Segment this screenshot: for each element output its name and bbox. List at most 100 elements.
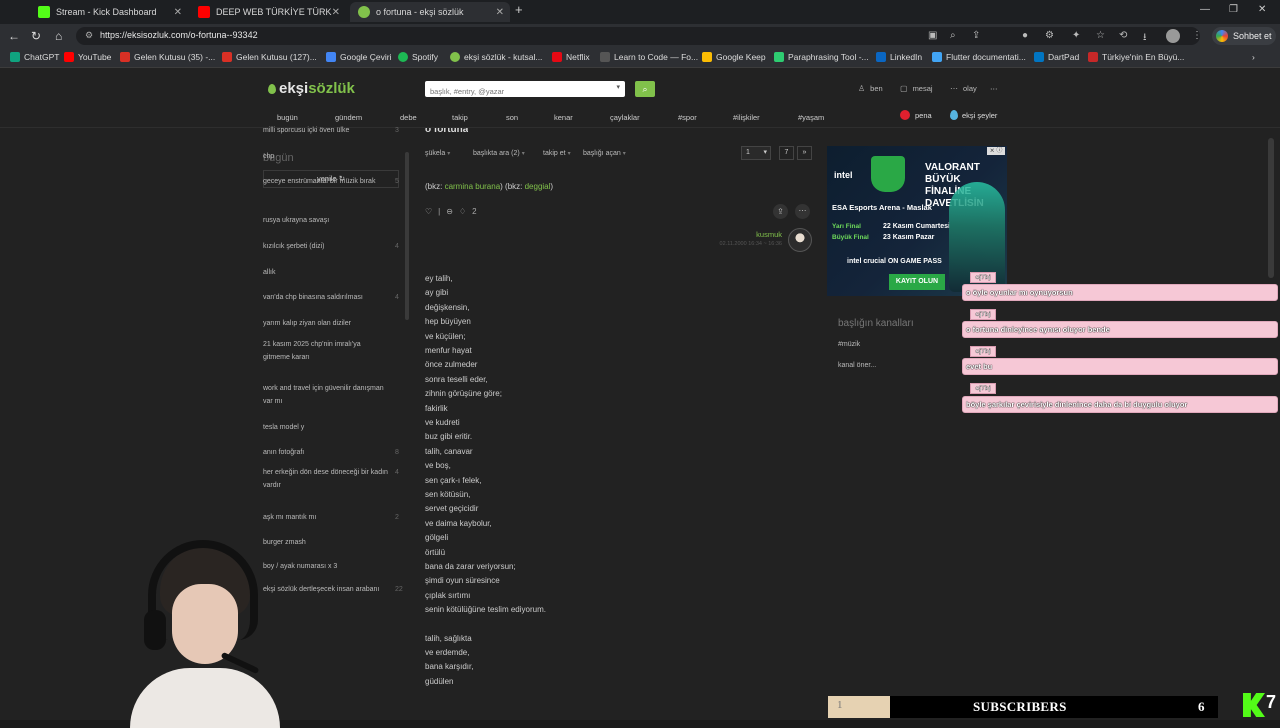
- zoom-icon[interactable]: ⌕: [950, 30, 956, 41]
- sidebar-topic[interactable]: kızılcık şerbeti (dizi) 4: [263, 240, 399, 253]
- user-link-mesaj[interactable]: ▢ mesaj: [900, 84, 933, 93]
- nav-spor[interactable]: #spor: [678, 113, 697, 122]
- nav-yasam[interactable]: #yaşam: [798, 113, 824, 122]
- bookmark-item[interactable]: Google Keep: [702, 52, 766, 62]
- topic-title[interactable]: o fortuna: [425, 128, 468, 136]
- profile-avatar[interactable]: [1166, 29, 1180, 43]
- share-page-icon[interactable]: ⇪: [972, 30, 980, 41]
- sidebar-topic[interactable]: rusya ukrayna savaşı: [263, 214, 388, 227]
- sort-sukela[interactable]: şükela ▾: [425, 150, 450, 157]
- page-select[interactable]: 1 ▾: [741, 146, 771, 160]
- nav-debe[interactable]: debe: [400, 113, 417, 122]
- search-in-topic[interactable]: başlıkta ara (2) ▾: [473, 150, 525, 157]
- more-options-icon[interactable]: ⋯: [795, 204, 810, 219]
- history-icon[interactable]: ⟲: [1119, 30, 1127, 41]
- menu-kebab-icon[interactable]: ⋮: [1192, 30, 1202, 41]
- download-icon[interactable]: ⭳: [1143, 30, 1147, 47]
- bookmark-item[interactable]: Gelen Kutusu (35) -...: [120, 52, 215, 62]
- page-last[interactable]: 7: [779, 146, 794, 160]
- channel-muzik[interactable]: #müzik: [838, 341, 860, 348]
- close-window-icon[interactable]: ✕: [1258, 4, 1266, 15]
- close-tab-icon[interactable]: ✕: [174, 7, 182, 18]
- sidebar-scrollbar[interactable]: [405, 152, 409, 320]
- bkz-link-carmina-burana[interactable]: carmina burana: [445, 182, 501, 191]
- share-icon[interactable]: ⇪: [773, 204, 788, 219]
- nav-kenar[interactable]: kenar: [554, 113, 573, 122]
- eksi-seyler-link[interactable]: ekşi şeyler: [950, 110, 997, 120]
- sidebar-topic[interactable]: geceye enstrümantal bir müzik bırak 5: [263, 175, 399, 188]
- sidebar-topic[interactable]: aşk mı mantık mı 2: [263, 511, 399, 524]
- sidebar-topic[interactable]: 21 kasım 2025 chp'nin imralı'ya gitmeme …: [263, 338, 388, 364]
- nav-iliskiler[interactable]: #ilişkiler: [733, 113, 760, 122]
- suggest-channel-link[interactable]: kanal öner...: [838, 362, 876, 369]
- ad-close-icon[interactable]: ⨯ ⓘ: [987, 147, 1005, 155]
- bookmark-item[interactable]: Paraphrasing Tool -...: [774, 52, 869, 62]
- user-link-ben[interactable]: ♙ ben: [858, 84, 883, 93]
- reload-icon[interactable]: ↻: [31, 29, 41, 43]
- chevron-down-icon[interactable]: ▾: [616, 83, 620, 91]
- back-icon[interactable]: ←: [8, 29, 20, 43]
- nav-son[interactable]: son: [506, 113, 518, 122]
- install-app-icon[interactable]: ▣: [928, 30, 937, 41]
- more-menu-icon[interactable]: ⋯: [990, 84, 998, 93]
- chevron-right-icon[interactable]: ›: [1252, 52, 1255, 62]
- sidebar-topic[interactable]: anın fotoğrafı 8: [263, 446, 399, 459]
- vpn-icon[interactable]: ⚙: [1045, 30, 1054, 41]
- puzzle-extensions-icon[interactable]: ✦: [1072, 30, 1080, 41]
- search-button[interactable]: ⌕: [635, 81, 655, 97]
- sidebar-topic[interactable]: her erkeğin dön dese döneceği bir kadın …: [263, 466, 399, 492]
- bookmark-item[interactable]: DartPad: [1034, 52, 1079, 62]
- bkz-link-degial[interactable]: deggial: [525, 182, 551, 191]
- author-name[interactable]: kusmuk: [700, 230, 782, 239]
- bookmark-item[interactable]: ChatGPT: [10, 52, 59, 62]
- favorite-count[interactable]: 2: [472, 207, 476, 216]
- sidebar-topic[interactable]: tesla model y: [263, 421, 388, 434]
- sidebar-topic[interactable]: milli sporcusu içki öven ülke 3: [263, 124, 399, 137]
- tab-eksi-sozluk[interactable]: o fortuna - ekşi sözlük ✕: [350, 2, 510, 22]
- maximize-icon[interactable]: ❐: [1229, 4, 1238, 15]
- bookmark-star-icon[interactable]: ☆: [1096, 30, 1105, 41]
- bookmark-item[interactable]: LinkedIn: [876, 52, 922, 62]
- sidebar-topic[interactable]: van'da chp binasına saldırılması 4: [263, 291, 399, 304]
- close-tab-icon[interactable]: ✕: [496, 7, 504, 18]
- author-avatar[interactable]: [788, 228, 812, 252]
- page-next[interactable]: »: [797, 146, 812, 160]
- dislike-icon[interactable]: ⊖: [446, 207, 453, 216]
- minimize-icon[interactable]: —: [1200, 4, 1210, 15]
- bookmark-item[interactable]: Türkiye'nin En Büyü...: [1088, 52, 1184, 62]
- register-button[interactable]: KAYIT OLUN: [889, 274, 945, 290]
- sidebar-topic[interactable]: chp: [263, 150, 388, 163]
- bookmark-item[interactable]: Netflix: [552, 52, 590, 62]
- entry-date[interactable]: 02.11.2000 16:34 ~ 16:36: [700, 241, 782, 247]
- follow-topic[interactable]: takip et ▾: [543, 150, 571, 157]
- heart-icon[interactable]: ♡: [425, 207, 432, 216]
- bookmark-item[interactable]: Google Çeviri: [326, 52, 392, 62]
- close-tab-icon[interactable]: ✕: [332, 7, 340, 18]
- bookmark-item[interactable]: YouTube: [64, 52, 111, 62]
- new-tab-icon[interactable]: +: [515, 2, 523, 17]
- user-link-olay[interactable]: ⋯ olay: [950, 84, 977, 93]
- site-logo[interactable]: ekşi sözlük: [268, 80, 355, 97]
- favorite-drop-icon[interactable]: ♢: [459, 207, 466, 216]
- bookmark-item[interactable]: Spotify: [398, 52, 438, 62]
- sidebar-topic[interactable]: work and travel için güvenilir danışman …: [263, 382, 388, 408]
- page-scrollbar[interactable]: [1268, 138, 1274, 278]
- nav-takip[interactable]: takip: [452, 113, 468, 122]
- bookmark-item[interactable]: Gelen Kutusu (127)...: [222, 52, 317, 62]
- nav-gundem[interactable]: gündem: [335, 113, 362, 122]
- nav-caylaklar[interactable]: çaylaklar: [610, 113, 640, 122]
- bookmark-item[interactable]: ekşi sözlük - kutsal...: [450, 52, 542, 62]
- gemini-chat-button[interactable]: Sohbet et: [1212, 27, 1276, 45]
- home-icon[interactable]: ⌂: [55, 29, 62, 43]
- bookmark-item[interactable]: Flutter documentati...: [932, 52, 1026, 62]
- tab-youtube[interactable]: DEEP WEB TÜRKİYE TÜRK YORUM ✕: [190, 2, 346, 22]
- address-bar[interactable]: ⚙ https://eksisozluk.com/o-fortuna--9334…: [76, 27, 1200, 45]
- search-input[interactable]: [425, 83, 605, 100]
- tab-kick-dashboard[interactable]: Stream - Kick Dashboard ✕: [30, 2, 188, 22]
- site-info-icon[interactable]: ⚙: [85, 30, 93, 41]
- sidebar-topic[interactable]: yarım kalıp ziyan olan diziler: [263, 317, 388, 330]
- nav-bugun[interactable]: bugün: [277, 113, 298, 122]
- pena-link[interactable]: pena: [900, 110, 932, 120]
- extension-icon[interactable]: ●: [1022, 30, 1028, 41]
- bookmark-item[interactable]: Learn to Code — Fo...: [600, 52, 698, 62]
